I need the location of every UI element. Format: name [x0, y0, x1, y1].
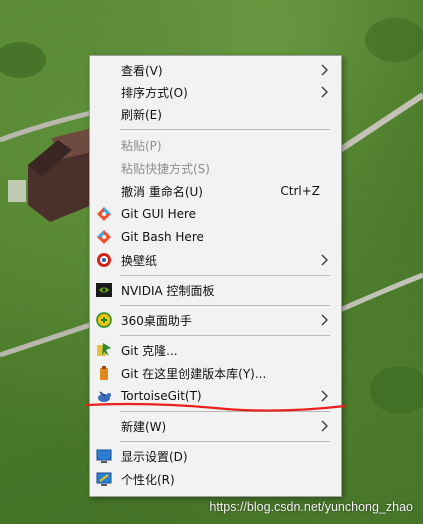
chevron-right-icon	[321, 390, 329, 405]
menu-item-personalize[interactable]: 个性化(R)	[90, 468, 341, 490]
menu-separator	[120, 411, 330, 412]
nvidia-icon	[96, 282, 112, 298]
menu-item-label: 查看(V)	[121, 63, 163, 78]
tortoisegit-clone-icon	[96, 342, 112, 358]
chevron-right-icon	[321, 254, 329, 269]
menu-item-view[interactable]: 查看(V)	[90, 59, 341, 81]
menu-item-label: 360桌面助手	[121, 313, 192, 328]
menu-item-label: TortoiseGit(T)	[121, 389, 202, 403]
menu-item-display-settings[interactable]: 显示设置(D)	[90, 445, 341, 467]
menu-item-refresh[interactable]: 刷新(E)	[90, 103, 341, 125]
menu-item-tortoisegit[interactable]: TortoiseGit(T)	[90, 385, 341, 407]
menu-item-label: 粘贴(P)	[121, 138, 162, 153]
menu-separator	[120, 275, 330, 276]
menu-item-git-clone[interactable]: Git 克隆...	[90, 339, 341, 361]
menu-item-label: 粘贴快捷方式(S)	[121, 161, 210, 176]
menu-item-git-bash-here[interactable]: Git Bash Here	[90, 226, 341, 248]
menu-item-git-gui-here[interactable]: Git GUI Here	[90, 203, 341, 225]
watermark-text: https://blog.csdn.net/yunchong_zhao	[209, 500, 413, 514]
menu-item-label: 新建(W)	[121, 419, 167, 434]
menu-separator	[120, 305, 330, 306]
menu-item-sort-by[interactable]: 排序方式(O)	[90, 81, 341, 103]
menu-separator	[120, 335, 330, 336]
menu-item-label: Git GUI Here	[121, 207, 197, 221]
menu-item-new[interactable]: 新建(W)	[90, 415, 341, 437]
menu-item-label: Git 克隆...	[121, 343, 178, 358]
menu-item-label: Git Bash Here	[121, 230, 204, 244]
farmhouse	[28, 128, 92, 222]
chevron-right-icon	[321, 86, 329, 101]
menu-item-paste-shortcut: 粘贴快捷方式(S)	[90, 157, 341, 179]
menu-separator	[120, 441, 330, 442]
wallpaper-icon	[96, 252, 112, 268]
personalize-icon	[96, 471, 112, 487]
menu-item-label: 换壁纸	[121, 253, 158, 268]
chevron-right-icon	[321, 420, 329, 435]
menu-item-label: NVIDIA 控制面板	[121, 283, 215, 298]
menu-separator	[120, 129, 330, 130]
menu-item-360-desktop-assistant[interactable]: 360桌面助手	[90, 309, 341, 331]
menu-item-label: 个性化(R)	[121, 472, 175, 487]
menu-item-label: 撤消 重命名(U)	[121, 184, 203, 199]
menu-item-label: 排序方式(O)	[121, 85, 188, 100]
chevron-right-icon	[321, 314, 329, 329]
shortcut-text: Ctrl+Z	[280, 184, 320, 198]
git-bash-icon	[96, 229, 112, 245]
menu-item-change-wallpaper[interactable]: 换壁纸	[90, 249, 341, 271]
tortoisegit-create-repo-icon	[96, 365, 112, 381]
menu-item-undo-rename[interactable]: 撤消 重命名(U) Ctrl+Z	[90, 180, 341, 202]
menu-item-paste: 粘贴(P)	[90, 134, 341, 156]
menu-item-label: 刷新(E)	[121, 107, 162, 122]
360-desktop-icon	[96, 312, 112, 328]
menu-item-label: Git 在这里创建版本库(Y)...	[121, 366, 267, 381]
menu-item-nvidia-control-panel[interactable]: NVIDIA 控制面板	[90, 279, 341, 301]
desktop-context-menu: 查看(V) 排序方式(O) 刷新(E) 粘贴(P) 粘贴快捷方式(S) 撤消 重…	[89, 55, 342, 497]
display-settings-icon	[96, 448, 112, 464]
git-gui-icon	[96, 206, 112, 222]
menu-item-git-create-repo[interactable]: Git 在这里创建版本库(Y)...	[90, 362, 341, 384]
menu-item-label: 显示设置(D)	[121, 449, 188, 464]
chevron-right-icon	[321, 64, 329, 79]
tortoisegit-icon	[96, 388, 112, 404]
